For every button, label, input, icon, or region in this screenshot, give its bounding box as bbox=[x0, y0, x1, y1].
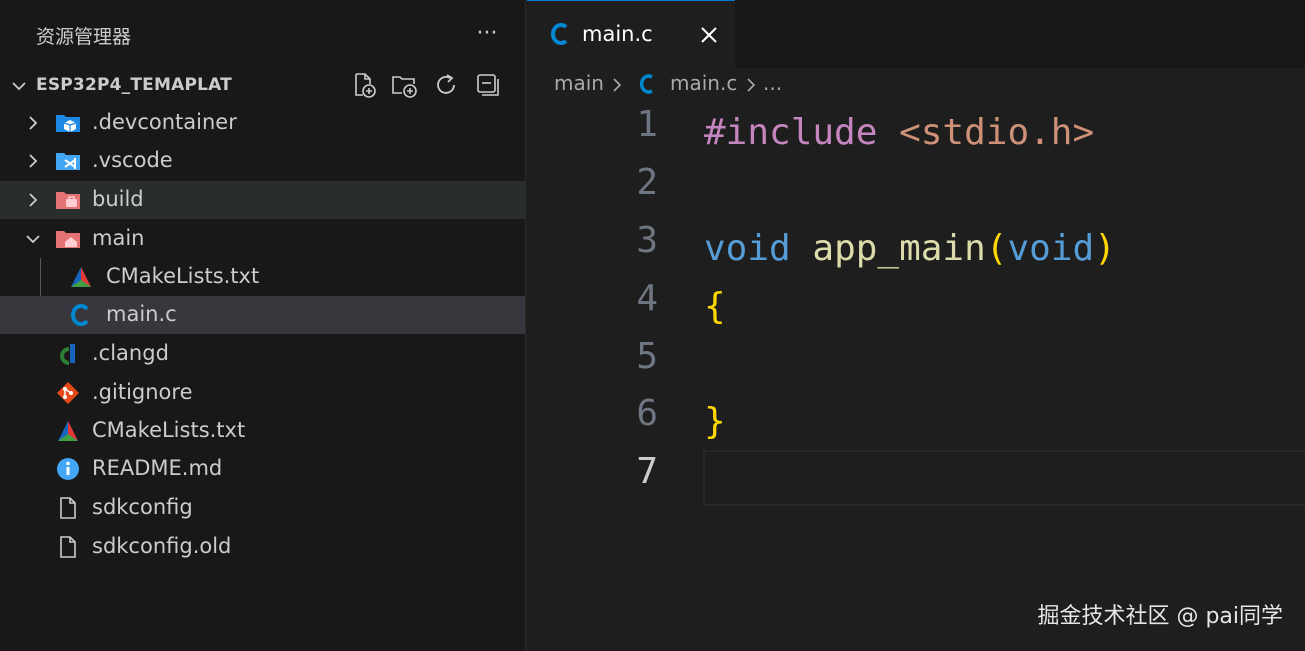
watermark: 掘金技术社区 @ pai同学 bbox=[1037, 604, 1283, 629]
cmake-icon bbox=[58, 421, 78, 441]
current-line-highlight bbox=[703, 450, 1305, 506]
line-number: 1 bbox=[636, 104, 658, 145]
tree-item-main[interactable]: main bbox=[0, 220, 525, 258]
devcontainer-folder-icon bbox=[56, 115, 80, 132]
close-icon[interactable] bbox=[697, 23, 721, 47]
explorer-title: 资源管理器 bbox=[36, 26, 132, 48]
line-number: 6 bbox=[636, 393, 658, 434]
breadcrumb-folder[interactable]: main bbox=[554, 71, 604, 95]
c-file-icon bbox=[639, 74, 653, 94]
chevron-right-icon bbox=[29, 154, 38, 168]
workspace-section-header[interactable]: ESP32P4_TEMAPLAT bbox=[0, 68, 525, 102]
tree-item-label: .devcontainer bbox=[92, 110, 237, 134]
file-icon bbox=[60, 536, 76, 558]
tree-item-label: README.md bbox=[92, 456, 223, 480]
breadcrumb-file[interactable]: main.c bbox=[670, 71, 737, 95]
build-folder-icon bbox=[56, 192, 80, 209]
code-token: } bbox=[704, 401, 726, 442]
tree-item-build[interactable]: build bbox=[0, 181, 525, 219]
line-number-active: 7 bbox=[636, 451, 658, 492]
tree-item-label: main bbox=[92, 226, 145, 250]
tree-item-clangd[interactable]: .clangd bbox=[0, 335, 525, 373]
cmake-icon bbox=[71, 267, 91, 287]
code-token: { bbox=[704, 286, 726, 327]
tree-item-label: .gitignore bbox=[92, 380, 193, 404]
tree-item-sdkconfig[interactable]: sdkconfig bbox=[0, 489, 525, 527]
line-number: 4 bbox=[636, 278, 658, 319]
line-number: 2 bbox=[636, 162, 658, 203]
new-folder-icon[interactable] bbox=[390, 71, 418, 99]
tab-label: main.c bbox=[582, 22, 653, 46]
tree-item-label: main.c bbox=[106, 302, 177, 326]
clangd-icon bbox=[60, 344, 75, 365]
code-token: void bbox=[704, 228, 791, 269]
tab-main-c[interactable]: main.c bbox=[527, 0, 735, 68]
file-icon bbox=[60, 497, 76, 519]
tree-item-gitignore[interactable]: .gitignore bbox=[0, 374, 525, 412]
refresh-icon[interactable] bbox=[432, 71, 460, 99]
chevron-right-icon bbox=[613, 78, 622, 92]
tree-item-label: sdkconfig bbox=[92, 495, 193, 519]
tree-item-vscode[interactable]: .vscode bbox=[0, 142, 525, 180]
new-file-icon[interactable] bbox=[350, 71, 378, 99]
breadcrumb: main main.c ... bbox=[527, 68, 1305, 102]
workspace-title: ESP32P4_TEMAPLAT bbox=[36, 75, 232, 95]
c-file-icon bbox=[551, 23, 568, 45]
tree-item-readme[interactable]: README.md bbox=[0, 450, 525, 488]
chevron-right-icon bbox=[29, 116, 38, 130]
tree-item-main-c[interactable]: main.c bbox=[0, 296, 525, 334]
code-token: <stdio.h> bbox=[899, 112, 1095, 153]
vscode-folder-icon bbox=[56, 153, 80, 170]
main-folder-icon bbox=[56, 231, 80, 248]
c-file-icon bbox=[71, 304, 89, 326]
tree-item-main-cmakelists[interactable]: CMakeLists.txt bbox=[0, 258, 525, 296]
line-number: 3 bbox=[636, 220, 658, 261]
chevron-down-icon bbox=[12, 82, 26, 91]
chevron-right-icon bbox=[747, 78, 756, 92]
tree-item-label: sdkconfig.old bbox=[92, 534, 232, 558]
tree-item-label: .vscode bbox=[92, 148, 173, 172]
tree-item-cmakelists[interactable]: CMakeLists.txt bbox=[0, 412, 525, 450]
info-icon bbox=[57, 458, 79, 480]
tree-item-devcontainer[interactable]: .devcontainer bbox=[0, 104, 525, 142]
chevron-down-icon bbox=[26, 235, 40, 244]
code-token: ( bbox=[985, 228, 1008, 269]
code-token: #include bbox=[704, 112, 878, 153]
chevron-right-icon bbox=[29, 193, 38, 207]
code-line[interactable]: #include <stdio.h> bbox=[704, 104, 1094, 162]
code-line[interactable]: { bbox=[704, 278, 726, 336]
code-token: void bbox=[1007, 228, 1095, 269]
code-line[interactable]: } bbox=[704, 393, 726, 451]
tree-item-label: .clangd bbox=[92, 341, 169, 365]
line-number: 5 bbox=[636, 336, 658, 377]
code-line[interactable]: void app_main(void) bbox=[704, 220, 1116, 278]
tab-bar: main.c bbox=[527, 0, 1305, 68]
more-actions-button[interactable]: ··· bbox=[474, 18, 500, 50]
tree-item-sdkconfig-old[interactable]: sdkconfig.old bbox=[0, 528, 525, 566]
breadcrumb-ellipsis[interactable]: ... bbox=[763, 71, 782, 95]
collapse-all-icon[interactable] bbox=[474, 71, 502, 99]
tree-item-label: CMakeLists.txt bbox=[106, 264, 260, 288]
explorer-sidebar: 资源管理器 ··· ESP32P4_TEMAPLAT .devcontainer… bbox=[0, 0, 526, 651]
tree-item-label: build bbox=[92, 187, 144, 211]
code-token: app_main bbox=[812, 228, 986, 269]
tree-item-label: CMakeLists.txt bbox=[92, 418, 246, 442]
code-token: ) bbox=[1094, 228, 1116, 269]
git-icon bbox=[57, 382, 79, 404]
